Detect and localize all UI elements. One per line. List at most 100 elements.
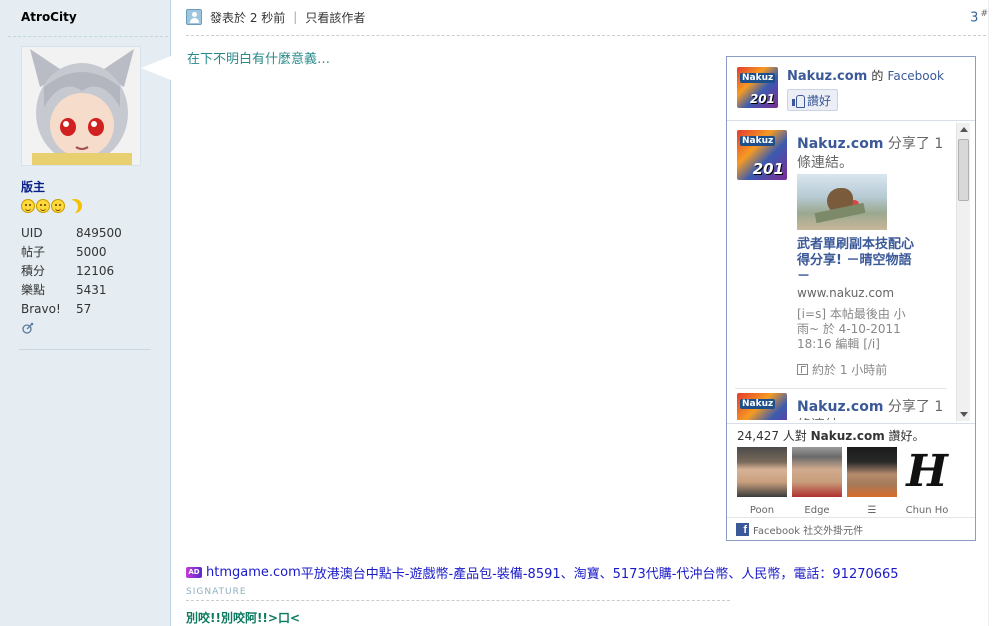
ad-badge-icon: AD (186, 567, 202, 578)
fb-like-count: 24,427 人對 Nakuz.com 讚好。 (737, 427, 925, 444)
divider (735, 388, 947, 389)
post-content: 在下不明白有什麼意義… (187, 52, 331, 67)
avatar-pointer (141, 56, 171, 80)
fb-footer[interactable]: f Facebook 社交外掛元件 (736, 522, 863, 537)
signature-label: SIGNATURE (186, 587, 247, 597)
stat-key: 樂點 (21, 283, 46, 297)
sun-icon (36, 199, 50, 213)
avatar-image (22, 47, 140, 165)
stat-key: 帖子 (21, 245, 46, 259)
fb-page-name[interactable]: Nakuz.com (787, 69, 867, 84)
facebook-like-box: Nakuz.com 的 Facebook 讚好 Nakuz.com 分享了 1 … (726, 56, 976, 541)
like-button[interactable]: 讚好 (787, 89, 839, 111)
fan-face[interactable]: Poon (737, 447, 787, 516)
count-prefix: 24,427 人對 (737, 429, 807, 443)
count-page[interactable]: Nakuz.com (811, 429, 885, 443)
stat-row: 積分 12106 (21, 262, 122, 281)
fb-faces: Poon Edge ☰ H Chun Ho (737, 447, 952, 516)
post-header: 發表於 2 秒前 | 只看該作者 (186, 8, 365, 26)
scroll-thumb[interactable] (958, 139, 969, 201)
fan-photo[interactable] (792, 447, 842, 497)
page-logo[interactable] (737, 393, 787, 420)
stat-key: Bravo! (21, 302, 61, 316)
fan-face[interactable]: Edge (792, 447, 842, 516)
ad-line: AD htmgame.com 平放港澳台中點卡-遊戲幣-產品包-裝備-8591、… (186, 563, 899, 582)
divider (727, 423, 975, 424)
fb-footer-text[interactable]: Facebook 社交外掛元件 (753, 522, 863, 537)
share-icon (797, 364, 808, 375)
story-description: [i=s] 本帖最後由 小雨~ 於 4-10-2011 18:16 編輯 [/i… (797, 307, 906, 351)
floor-value: 3 (970, 10, 979, 26)
fb-of: 的 (871, 69, 884, 83)
stat-key: UID (21, 226, 43, 240)
story-page[interactable]: Nakuz.com (797, 136, 883, 152)
fan-photo[interactable]: H (902, 447, 952, 497)
avatar[interactable] (21, 46, 141, 166)
stat-value: 12106 (76, 264, 115, 278)
divider (727, 120, 975, 121)
story-time: 約於 1 小時前 (797, 361, 887, 378)
stat-value: 57 (76, 302, 92, 316)
only-author-link[interactable]: 只看該作者 (305, 9, 365, 26)
sun-icon (51, 199, 65, 213)
fb-scrollbar[interactable] (956, 123, 970, 421)
stat-row: 帖子 5000 (21, 243, 122, 262)
online-user-icon (186, 9, 202, 25)
fb-facebook-label[interactable]: Facebook (888, 69, 944, 83)
scroll-up-icon[interactable] (960, 127, 968, 132)
stat-row: Bravo! 57 (21, 300, 122, 319)
stat-value[interactable]: 849500 (76, 224, 122, 243)
stat-row: 樂點 5431 (21, 281, 122, 300)
floor-number[interactable]: 3 # (970, 9, 988, 25)
like-label: 讚好 (807, 93, 832, 108)
fan-name[interactable]: Chun Ho (902, 505, 952, 516)
fan-photo[interactable] (847, 447, 897, 497)
stat-value: 5431 (76, 283, 107, 297)
fan-photo-letter: H (906, 447, 948, 497)
thumbs-up-icon (792, 94, 805, 108)
fb-header-title: Nakuz.com 的 Facebook (787, 67, 944, 84)
story-page[interactable]: Nakuz.com (797, 399, 883, 415)
divider: | (293, 10, 298, 24)
divider (186, 600, 730, 601)
page-logo[interactable] (737, 67, 778, 108)
story-title: Nakuz.com 分享了 1 條連結。 (797, 398, 957, 420)
story-time-text[interactable]: 約於 1 小時前 (812, 361, 887, 378)
facebook-icon: f (736, 523, 749, 536)
story-link-title[interactable]: 武者單刷副本技配心得分享! －晴空物語－ (797, 237, 917, 285)
story-domain: www.nakuz.com (797, 286, 895, 300)
author-rank[interactable]: 版主 (21, 178, 45, 195)
rank-stars (21, 199, 82, 213)
divider (727, 517, 975, 518)
story-title: Nakuz.com 分享了 1 條連結。 (797, 135, 957, 173)
floor-mark: # (980, 9, 988, 19)
page-logo[interactable] (737, 130, 787, 180)
story-thumbnail[interactable] (797, 174, 887, 230)
stat-row: UID 849500 (21, 224, 122, 243)
satellite-icon[interactable] (22, 322, 34, 334)
post-time: 發表於 2 秒前 (210, 10, 286, 25)
signature-text: 別咬!!別咬阿!!>口< (186, 611, 301, 625)
page-edge (988, 0, 998, 626)
author-username[interactable]: AtroCity (21, 10, 77, 24)
stat-value[interactable]: 5000 (76, 243, 107, 262)
moon-icon (68, 199, 82, 213)
ad-host-link[interactable]: htmgame.com (206, 565, 301, 580)
stat-key: 積分 (21, 264, 46, 278)
author-sidebar: AtroCity 版主 UID 849500 帖子 5000 積分 12106 樂點 5… (0, 0, 171, 626)
fan-photo[interactable] (737, 447, 787, 497)
fan-name[interactable]: ☰ (847, 505, 897, 516)
author-stats: UID 849500 帖子 5000 積分 12106 樂點 5431 Bravo! 57 (21, 224, 122, 319)
fb-stream[interactable]: Nakuz.com 分享了 1 條連結。 武者單刷副本技配心得分享! －晴空物語… (735, 124, 959, 420)
sun-icon (21, 199, 35, 213)
fan-face[interactable]: H Chun Ho (902, 447, 952, 516)
count-suffix: 讚好。 (888, 429, 925, 443)
divider (186, 35, 986, 36)
fan-name[interactable]: Poon (737, 505, 787, 516)
scroll-down-icon[interactable] (960, 412, 968, 417)
ad-text-link[interactable]: 平放港澳台中點卡-遊戲幣-產品包-裝備-8591、淘寶、5173代購-代沖台幣、… (301, 563, 899, 582)
fan-name[interactable]: Edge (792, 505, 842, 516)
divider (8, 36, 168, 37)
divider (19, 349, 151, 350)
fan-face[interactable]: ☰ (847, 447, 897, 516)
